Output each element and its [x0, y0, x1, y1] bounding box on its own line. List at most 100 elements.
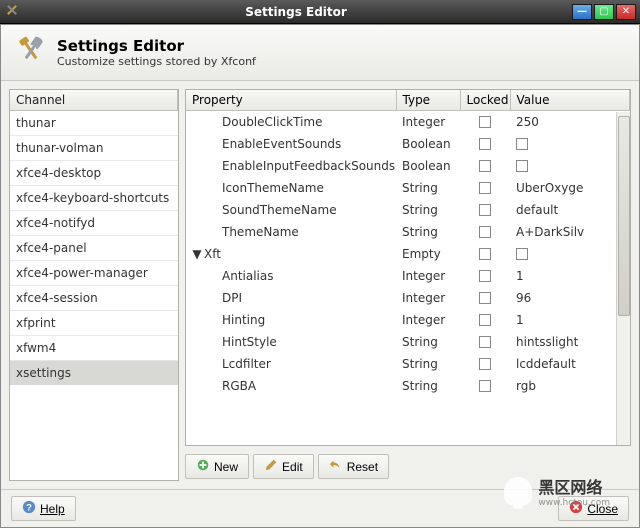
expander-icon[interactable]: ▼	[192, 247, 202, 261]
channel-item[interactable]: xfce4-desktop	[10, 161, 178, 186]
property-type: Integer	[396, 265, 460, 287]
new-button[interactable]: New	[185, 454, 249, 479]
property-type: Boolean	[396, 155, 460, 177]
property-value: UberOxyge	[510, 177, 630, 199]
maximize-button[interactable]: ▢	[594, 4, 614, 20]
channel-item[interactable]: xfwm4	[10, 336, 178, 361]
page-title: Settings Editor	[57, 37, 256, 55]
property-row[interactable]: SoundThemeNameStringdefault	[186, 199, 630, 221]
channel-column-header[interactable]: Channel	[10, 90, 178, 111]
locked-checkbox[interactable]	[479, 160, 491, 172]
channel-item[interactable]: xfprint	[10, 311, 178, 336]
undo-icon	[329, 458, 343, 475]
help-button[interactable]: ? Help	[11, 496, 76, 521]
property-value: 1	[510, 265, 630, 287]
locked-checkbox[interactable]	[479, 204, 491, 216]
property-row[interactable]: EnableEventSoundsBoolean	[186, 133, 630, 155]
property-row[interactable]: LcdfilterString lcddefault	[186, 353, 630, 375]
channel-item[interactable]: xfce4-notifyd	[10, 211, 178, 236]
channel-item[interactable]: xfce4-session	[10, 286, 178, 311]
locked-checkbox[interactable]	[479, 292, 491, 304]
property-type: String	[396, 199, 460, 221]
property-type: String	[396, 353, 460, 375]
property-toolbar: New Edit Reset	[185, 452, 631, 481]
locked-checkbox[interactable]	[479, 182, 491, 194]
locked-checkbox[interactable]	[479, 314, 491, 326]
property-value	[510, 133, 630, 155]
property-row[interactable]: DPIInteger96	[186, 287, 630, 309]
locked-checkbox[interactable]	[479, 226, 491, 238]
property-value: 250	[510, 111, 630, 133]
property-name: Antialias	[186, 265, 396, 287]
property-name: Lcdfilter	[186, 353, 396, 375]
property-value: 1	[510, 309, 630, 331]
property-row[interactable]: DoubleClickTimeInteger250	[186, 111, 630, 133]
property-table: Property Type Locked Value DoubleClickTi…	[186, 90, 630, 397]
footer: ? Help Close	[1, 489, 639, 527]
column-header-property[interactable]: Property	[186, 90, 396, 111]
page-subtitle: Customize settings stored by Xfconf	[57, 55, 256, 68]
property-row[interactable]: HintStyleString hintsslight	[186, 331, 630, 353]
header: Settings Editor Customize settings store…	[1, 25, 639, 81]
channel-item[interactable]: thunar	[10, 111, 178, 136]
property-name: DoubleClickTime	[186, 111, 396, 133]
channel-pane: Channel thunarthunar-volmanxfce4-desktop…	[9, 89, 179, 481]
property-value: lcddefault	[510, 353, 630, 375]
reset-button[interactable]: Reset	[318, 454, 389, 479]
locked-checkbox[interactable]	[479, 248, 491, 260]
channel-item[interactable]: xfce4-panel	[10, 236, 178, 261]
property-row[interactable]: ▼XftEmpty	[186, 243, 630, 265]
property-name: Hinting	[186, 309, 396, 331]
property-type: String	[396, 331, 460, 353]
property-type: String	[396, 177, 460, 199]
close-window-button[interactable]: ✕	[616, 4, 636, 20]
locked-checkbox[interactable]	[479, 336, 491, 348]
locked-checkbox[interactable]	[479, 380, 491, 392]
value-checkbox[interactable]	[516, 248, 528, 260]
add-icon	[196, 458, 210, 475]
pencil-icon	[264, 458, 278, 475]
property-row[interactable]: RGBAStringrgb	[186, 375, 630, 397]
property-value: 96	[510, 287, 630, 309]
value-checkbox[interactable]	[516, 138, 528, 150]
property-name: SoundThemeName	[186, 199, 396, 221]
vertical-scrollbar[interactable]	[616, 112, 630, 445]
channel-item[interactable]: xfce4-power-manager	[10, 261, 178, 286]
edit-button[interactable]: Edit	[253, 454, 314, 479]
column-header-locked[interactable]: Locked	[460, 90, 510, 111]
locked-checkbox[interactable]	[479, 116, 491, 128]
svg-text:?: ?	[26, 503, 32, 514]
property-type: String	[396, 221, 460, 243]
property-row[interactable]: AntialiasInteger 1	[186, 265, 630, 287]
column-header-type[interactable]: Type	[396, 90, 460, 111]
value-checkbox[interactable]	[516, 160, 528, 172]
property-value: hintsslight	[510, 331, 630, 353]
settings-tools-icon	[13, 33, 49, 72]
property-type: String	[396, 375, 460, 397]
locked-checkbox[interactable]	[479, 270, 491, 282]
property-row[interactable]: ThemeNameString A+DarkSilv	[186, 221, 630, 243]
minimize-button[interactable]: —	[572, 4, 592, 20]
property-row[interactable]: IconThemeNameString UberOxyge	[186, 177, 630, 199]
property-name: ▼Xft	[186, 243, 396, 265]
property-name: HintStyle	[186, 331, 396, 353]
channel-item[interactable]: xsettings	[10, 361, 178, 385]
property-scroll: Property Type Locked Value DoubleClickTi…	[185, 89, 631, 446]
channel-item[interactable]: xfce4-keyboard-shortcuts	[10, 186, 178, 211]
titlebar: Settings Editor — ▢ ✕	[0, 0, 640, 24]
property-name: EnableInputFeedbackSounds	[186, 155, 396, 177]
property-row[interactable]: EnableInputFeedbackSoundsBoolean	[186, 155, 630, 177]
channel-item[interactable]: thunar-volman	[10, 136, 178, 161]
column-header-value[interactable]: Value	[510, 90, 630, 111]
property-row[interactable]: HintingInteger1	[186, 309, 630, 331]
property-name: RGBA	[186, 375, 396, 397]
locked-checkbox[interactable]	[479, 358, 491, 370]
locked-checkbox[interactable]	[479, 138, 491, 150]
property-name: EnableEventSounds	[186, 133, 396, 155]
close-icon	[569, 500, 583, 517]
property-name: DPI	[186, 287, 396, 309]
close-button[interactable]: Close	[558, 496, 629, 521]
property-name: ThemeName	[186, 221, 396, 243]
property-name: IconThemeName	[186, 177, 396, 199]
property-value: A+DarkSilv	[510, 221, 630, 243]
